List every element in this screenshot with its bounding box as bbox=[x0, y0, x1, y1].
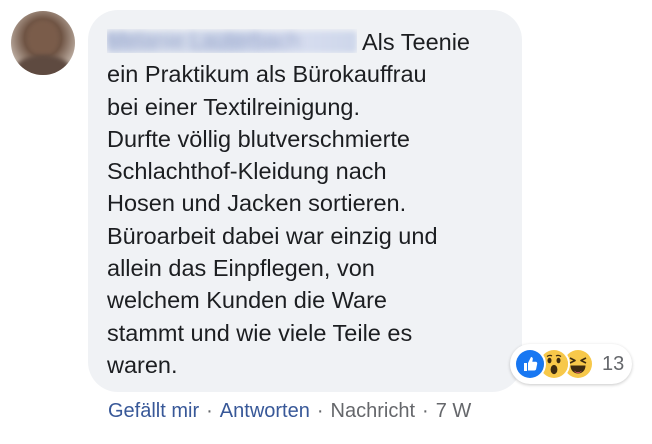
comment-text: Als Teenie ein Praktikum als Bürokauffra… bbox=[107, 29, 470, 378]
author-name-text: Melanie Lauterbach bbox=[107, 29, 301, 53]
avatar[interactable] bbox=[11, 11, 75, 75]
reaction-count: 13 bbox=[602, 352, 625, 375]
action-separator: · bbox=[206, 400, 213, 422]
avatar-face bbox=[29, 21, 57, 55]
like-link[interactable]: Gefällt mir bbox=[108, 400, 199, 422]
message-link[interactable]: Nachricht bbox=[331, 400, 415, 422]
comment-body: Melanie Lauterbach Als Teenie ein Praktik… bbox=[107, 26, 507, 381]
reply-link[interactable]: Antworten bbox=[220, 400, 310, 422]
reactions-summary[interactable]: 13 bbox=[510, 344, 633, 384]
action-separator: · bbox=[422, 400, 429, 422]
comment-actions: Gefällt mir · Antworten · Nachricht · 7 W bbox=[108, 398, 471, 424]
action-separator: · bbox=[316, 400, 324, 422]
like-icon bbox=[514, 348, 546, 380]
comment-author-name[interactable]: Melanie Lauterbach bbox=[107, 29, 357, 53]
avatar-shoulders bbox=[15, 55, 71, 75]
timestamp[interactable]: 7 W bbox=[436, 400, 472, 422]
